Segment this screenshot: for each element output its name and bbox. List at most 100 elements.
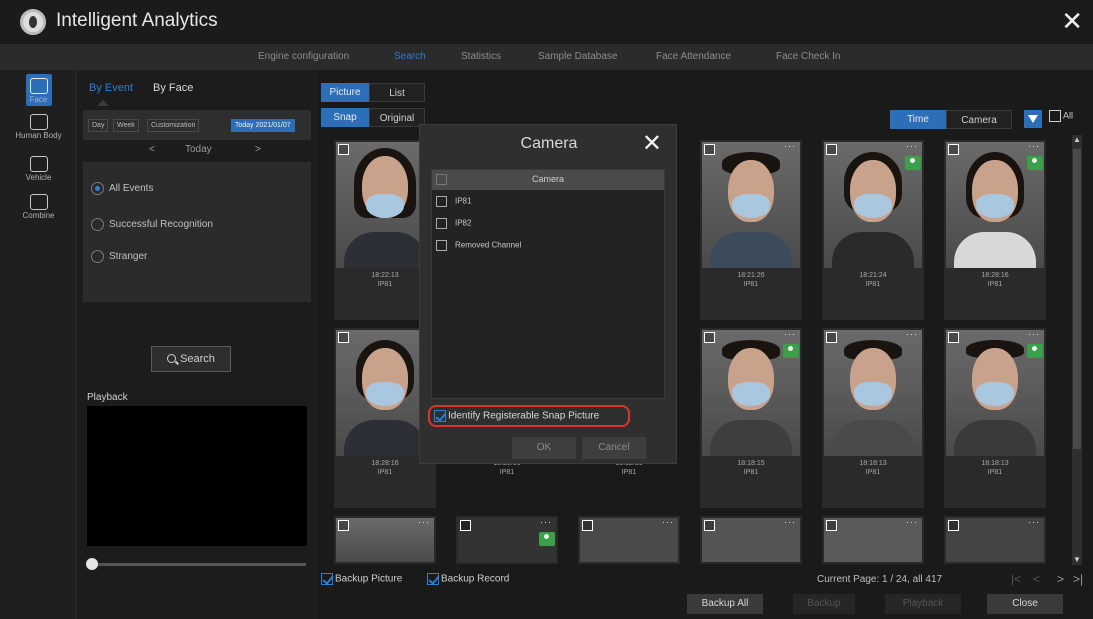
snapshot-checkbox[interactable]: [826, 520, 837, 531]
snapshot-checkbox[interactable]: [948, 144, 959, 155]
snapshot-checkbox[interactable]: [704, 144, 715, 155]
scroll-up-icon[interactable]: ▲: [1072, 135, 1082, 145]
backup-button[interactable]: Backup: [793, 594, 855, 614]
snapshot-checkbox[interactable]: [704, 520, 715, 531]
face-active-box: Face: [25, 74, 52, 106]
snapshot-menu-icon[interactable]: ···: [1028, 141, 1040, 151]
tab-engine-configuration[interactable]: Engine configuration: [258, 51, 349, 62]
next-date-button[interactable]: >: [255, 144, 261, 155]
identify-registerable-checkbox[interactable]: Identify Registerable Snap Picture: [428, 405, 630, 427]
snapshot-menu-icon[interactable]: ···: [784, 517, 796, 527]
next-page-icon[interactable]: >: [1057, 572, 1064, 586]
snapshot-menu-icon[interactable]: ···: [418, 517, 430, 527]
camera-row-ip82[interactable]: IP82: [436, 218, 471, 234]
sidebar-item-human-body[interactable]: Human Body: [0, 114, 77, 140]
tab-face-check-in[interactable]: Face Check In: [776, 51, 840, 62]
vehicle-icon: [29, 156, 48, 172]
snapshot-checkbox[interactable]: [582, 520, 593, 531]
snapshot-card[interactable]: ···: [944, 516, 1046, 564]
playback-slider[interactable]: [86, 558, 306, 570]
dialog-close-icon[interactable]: ✕: [642, 129, 662, 158]
tab-by-face[interactable]: By Face: [153, 82, 193, 94]
snapshot-menu-icon[interactable]: ···: [1028, 517, 1040, 527]
range-today-button[interactable]: Today 2021/01/07: [231, 119, 295, 132]
image-original-tab[interactable]: Original: [369, 108, 425, 127]
snapshot-menu-icon[interactable]: ···: [906, 141, 918, 151]
playback-button[interactable]: Playback: [885, 594, 961, 614]
prev-date-button[interactable]: <: [149, 144, 155, 155]
camera-row-removed-channel[interactable]: Removed Channel: [436, 240, 521, 256]
registerable-badge-icon: [539, 532, 555, 546]
tab-statistics[interactable]: Statistics: [461, 51, 501, 62]
snapshot-menu-icon[interactable]: ···: [906, 329, 918, 339]
search-button[interactable]: Search: [151, 346, 231, 372]
snapshot-card[interactable]: ··· 18:21:24 IP81: [822, 140, 924, 320]
backup-record-checkbox[interactable]: Backup Record: [427, 573, 509, 585]
registerable-badge-icon: [1027, 344, 1043, 358]
tab-search[interactable]: Search: [394, 51, 426, 62]
playback-slider-knob[interactable]: [86, 558, 98, 570]
snapshot-menu-icon[interactable]: ···: [662, 517, 674, 527]
sidebar-item-face[interactable]: Face: [0, 74, 77, 106]
scrollbar-thumb[interactable]: [1073, 149, 1081, 449]
cancel-button[interactable]: Cancel: [582, 437, 646, 459]
snapshot-menu-icon[interactable]: ···: [784, 329, 796, 339]
view-picture-tab[interactable]: Picture: [321, 83, 369, 102]
range-day-button[interactable]: Day: [88, 119, 109, 132]
last-page-icon[interactable]: >|: [1073, 572, 1083, 586]
tab-sample-database[interactable]: Sample Database: [538, 51, 618, 62]
snapshot-card[interactable]: ···: [334, 516, 436, 564]
checkbox-box: [321, 573, 333, 585]
sidebar-item-vehicle[interactable]: Vehicle: [0, 156, 77, 182]
first-page-icon[interactable]: |<: [1011, 572, 1021, 586]
results-scrollbar[interactable]: ▲ ▼: [1072, 135, 1082, 565]
radio-all-events[interactable]: All Events: [91, 182, 153, 195]
snapshot-card[interactable]: ··· 18:18:13 IP81: [822, 328, 924, 508]
backup-record-label: Backup Record: [441, 573, 510, 585]
snapshot-checkbox[interactable]: [826, 332, 837, 343]
snapshot-checkbox[interactable]: [338, 332, 349, 343]
snapshot-checkbox[interactable]: [948, 332, 959, 343]
snapshot-menu-icon[interactable]: ···: [784, 141, 796, 151]
backup-picture-checkbox[interactable]: Backup Picture: [321, 573, 402, 585]
snapshot-card[interactable]: ···: [700, 516, 802, 564]
radio-stranger[interactable]: Stranger: [91, 250, 147, 263]
view-list-tab[interactable]: List: [369, 83, 425, 102]
snapshot-card[interactable]: ···: [456, 516, 558, 564]
snapshot-checkbox[interactable]: [338, 144, 349, 155]
tab-face-attendance[interactable]: Face Attendance: [656, 51, 731, 62]
sort-time-tab[interactable]: Time: [890, 110, 946, 129]
range-customization-button[interactable]: Customization: [147, 119, 200, 132]
snapshot-card[interactable]: ··· 18:18:13 IP81: [944, 328, 1046, 508]
search-panel: By Event By Face Day Week Customization …: [77, 70, 317, 619]
snapshot-card[interactable]: ··· 18:21:26 IP81: [700, 140, 802, 320]
ok-button[interactable]: OK: [512, 437, 576, 459]
select-all-checkbox[interactable]: All: [1049, 110, 1073, 122]
snapshot-card[interactable]: ···: [822, 516, 924, 564]
search-icon: [167, 354, 177, 363]
snapshot-menu-icon[interactable]: ···: [906, 517, 918, 527]
radio-successful-recognition[interactable]: Successful Recognition: [91, 218, 213, 231]
snapshot-card[interactable]: ··· 18:18:15 IP81: [700, 328, 802, 508]
image-snap-tab[interactable]: Snap: [321, 108, 369, 127]
snapshot-card[interactable]: ··· 18:28:16 IP81: [944, 140, 1046, 320]
snapshot-checkbox[interactable]: [826, 144, 837, 155]
close-button[interactable]: Close: [987, 594, 1063, 614]
snapshot-menu-icon[interactable]: ···: [540, 517, 552, 527]
backup-all-button[interactable]: Backup All: [687, 594, 763, 614]
tab-by-event[interactable]: By Event: [89, 82, 133, 106]
sort-camera-tab[interactable]: Camera: [946, 110, 1012, 129]
prev-page-icon[interactable]: <: [1033, 572, 1040, 586]
snapshot-checkbox[interactable]: [948, 520, 959, 531]
snapshot-menu-icon[interactable]: ···: [1028, 329, 1040, 339]
snapshot-checkbox[interactable]: [460, 520, 471, 531]
camera-row-ip81[interactable]: IP81: [436, 196, 471, 212]
filter-icon[interactable]: [1024, 110, 1042, 128]
registerable-badge-icon: [1027, 156, 1043, 170]
snapshot-checkbox[interactable]: [704, 332, 715, 343]
close-window-button[interactable]: ✕: [1061, 6, 1083, 36]
snapshot-checkbox[interactable]: [338, 520, 349, 531]
sidebar-item-combine[interactable]: Combine: [0, 194, 77, 220]
range-week-button[interactable]: Week: [113, 119, 139, 132]
snapshot-card[interactable]: ···: [578, 516, 680, 564]
